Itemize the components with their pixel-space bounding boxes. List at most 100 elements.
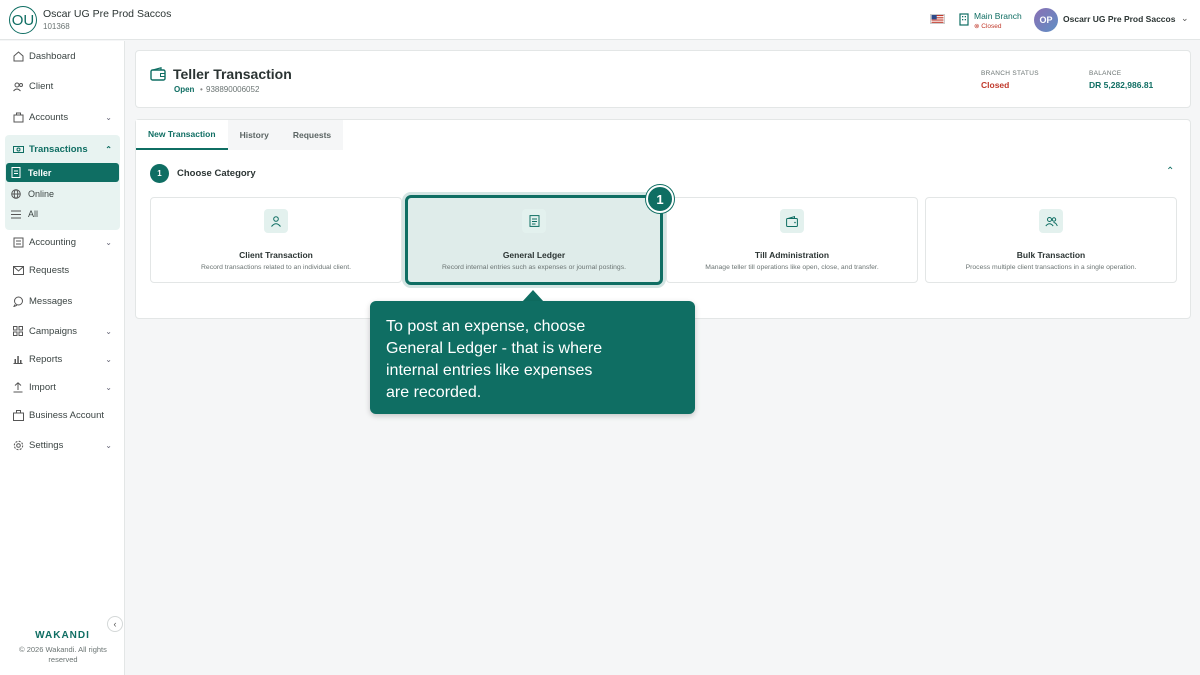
chevron-down-icon[interactable]: ⌄ [105,113,112,122]
sidebar-item-transactions[interactable]: Transactions ⌃ [6,138,120,160]
chevron-down-icon[interactable]: ⌄ [1181,13,1189,24]
chat-icon [12,295,24,307]
category-till-administration[interactable]: Till Administration Manage teller till o… [666,197,918,283]
category-description: Record transactions related to an indivi… [201,264,351,271]
org-name: Oscar UG Pre Prod Saccos [43,8,172,20]
wallet-icon [150,67,166,81]
category-title: Till Administration [754,250,830,260]
till-status: Open [174,85,195,94]
guide-step-marker: 1 [646,185,674,213]
upload-icon [12,381,24,393]
page-header: Teller Transaction Open • 938890006052 B… [135,50,1191,108]
category-title: Client Transaction [239,250,313,260]
chevron-down-icon[interactable]: ⌄ [105,327,112,336]
document-icon [11,167,23,178]
sidebar-item-label: Requests [29,264,70,276]
brand-logo: WAKANDI [35,630,90,641]
guide-tooltip: To post an expense, choose General Ledge… [370,301,695,414]
category-title: Bulk Transaction [1016,250,1086,260]
sidebar-subitem-label: Teller [28,167,52,178]
banknote-icon [12,143,24,155]
ledger-icon [522,209,546,233]
sidebar-subitem-all[interactable]: All [6,205,119,223]
sidebar-item-campaigns[interactable]: Campaigns ⌄ [6,320,120,342]
transaction-panel: New Transaction History Requests 1 Choos… [135,119,1191,319]
sidebar-item-label: Import [29,381,56,393]
top-bar: OU Oscar UG Pre Prod Saccos 101368 Main … [0,0,1200,40]
bar-chart-icon [12,353,24,365]
sidebar-subitem-label: All [28,209,39,219]
sidebar-item-label: Messages [29,295,73,307]
grid-icon [12,325,24,337]
chevron-down-icon[interactable]: ⌄ [105,441,112,450]
sidebar-item-business-account[interactable]: Business Account [6,404,120,426]
sidebar-item-reports[interactable]: Reports ⌄ [6,348,120,370]
users-icon [1039,209,1063,233]
branch-status-indicator: ⊗ Closed [974,23,1002,30]
tab-new-transaction[interactable]: New Transaction [136,120,228,150]
branch-status-value: Closed [981,80,1010,90]
briefcase-icon [12,111,24,123]
user-avatar[interactable]: OP [1034,8,1058,32]
us-flag-icon[interactable] [930,14,945,24]
category-client-transaction[interactable]: Client Transaction Record transactions r… [150,197,402,283]
category-description: Record internal entries such as expenses… [442,264,626,271]
home-icon [12,50,24,62]
sidebar-item-label: Reports [29,353,63,365]
org-avatar[interactable]: OU [9,6,37,34]
sidebar-item-messages[interactable]: Messages [6,290,120,312]
sidebar-item-settings[interactable]: Settings ⌄ [6,434,120,456]
sidebar-subitem-online[interactable]: Online [6,185,119,203]
org-id: 101368 [43,22,70,31]
ledger-icon [12,236,24,248]
separator-dot: • [200,85,203,94]
list-icon [11,210,23,219]
sidebar-item-requests[interactable]: Requests [6,259,120,281]
page-title: Teller Transaction [173,66,292,82]
sidebar-item-label: Accounting [29,236,77,248]
chevron-down-icon[interactable]: ⌄ [105,238,112,247]
sidebar-subitem-label: Online [28,189,55,199]
globe-icon [11,189,23,199]
sidebar-item-import[interactable]: Import ⌄ [6,376,120,398]
chevron-left-icon: ‹ [113,619,117,629]
copyright-text: © 2026 Wakandi. All rights reserved [19,645,107,664]
sidebar-item-label: Client [29,80,54,92]
sidebar-item-accounting[interactable]: Accounting ⌄ [6,231,120,253]
sidebar-item-client[interactable]: Client [6,75,120,97]
sidebar-item-label: Accounts [29,111,69,123]
balance-value: DR 5,282,986.81 [1089,80,1154,90]
category-general-ledger[interactable]: General Ledger Record internal entries s… [405,195,663,285]
chevron-down-icon[interactable]: ⌄ [105,383,112,392]
sidebar-subitem-teller[interactable]: Teller [6,163,119,182]
balance-label: BALANCE [1089,70,1122,77]
tab-requests[interactable]: Requests [281,120,343,150]
sidebar-item-label: Transactions [29,143,88,155]
sidebar-item-label: Business Account [29,409,104,421]
mail-icon [12,264,24,276]
category-bulk-transaction[interactable]: Bulk Transaction Process multiple client… [925,197,1177,283]
sidebar-item-label: Campaigns [29,325,78,337]
chevron-up-icon[interactable]: ⌃ [105,145,112,154]
building-icon [959,13,969,26]
branch-selector[interactable]: Main Branch [974,11,1022,21]
chevron-down-icon[interactable]: ⌄ [105,355,112,364]
sidebar-item-dashboard[interactable]: Dashboard [6,45,120,67]
category-title: General Ledger [502,250,566,260]
sidebar: Dashboard Client Accounts ⌄ Transactions… [0,41,125,675]
wallet-icon [780,209,804,233]
step-title: Choose Category [177,168,256,179]
guide-tooltip-text: To post an expense, choose General Ledge… [386,318,603,401]
gear-icon [12,439,24,451]
sidebar-item-label: Settings [29,439,64,451]
category-description: Process multiple client transactions in … [965,264,1137,271]
branch-status-text: Closed [981,23,1002,30]
user-name[interactable]: Oscarr UG Pre Prod Saccos [1063,14,1175,24]
users-icon [12,80,24,92]
tab-history[interactable]: History [228,120,281,150]
step-number-badge: 1 [150,164,169,183]
sidebar-item-accounts[interactable]: Accounts ⌄ [6,106,120,128]
chevron-up-icon[interactable]: ⌃ [1166,166,1174,177]
building-icon [12,409,24,421]
sidebar-item-label: Dashboard [29,50,76,62]
